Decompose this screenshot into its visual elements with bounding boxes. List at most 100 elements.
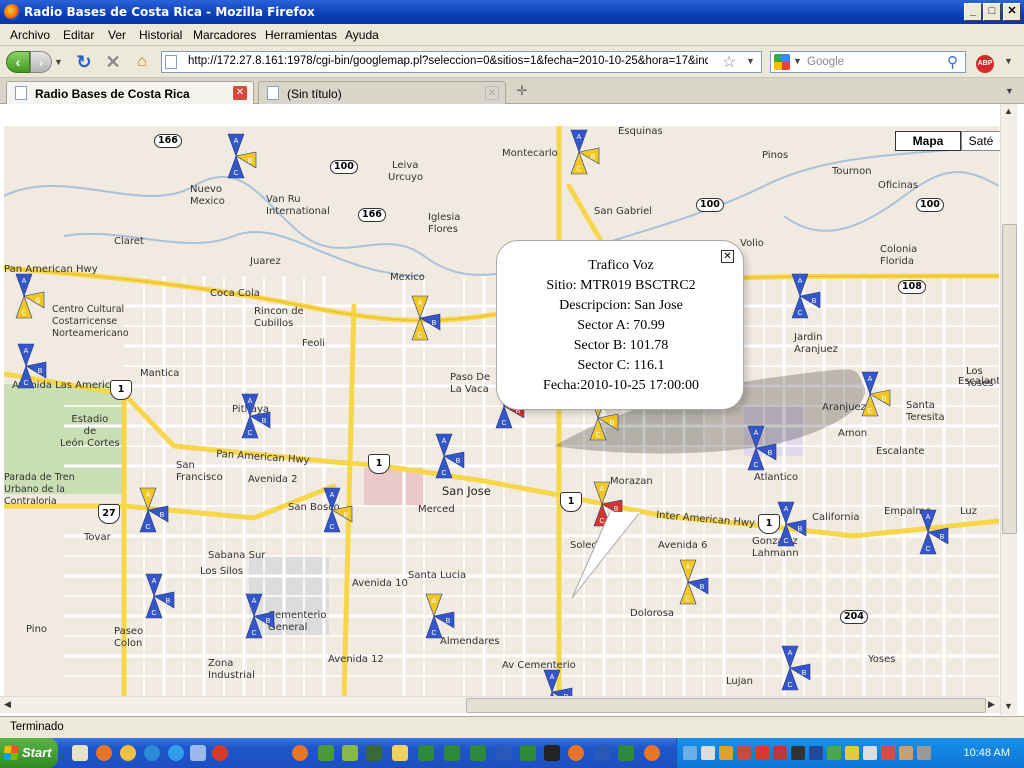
scroll-left-icon[interactable]: ◀ <box>4 699 11 710</box>
tab-sin-titulo[interactable]: (Sin título) ✕ <box>258 81 506 104</box>
menu-ver[interactable]: Ver <box>108 28 126 42</box>
tab-close-icon[interactable]: ✕ <box>485 86 499 100</box>
url-text[interactable]: http://172.27.8.161:1978/cgi-bin/googlem… <box>188 55 708 67</box>
menu-marcadores[interactable]: Marcadores <box>193 28 256 42</box>
minimize-button[interactable]: _ <box>964 3 982 21</box>
show-desktop-icon[interactable] <box>72 745 88 761</box>
search-box[interactable]: ▼ Google ⚲ <box>770 51 966 73</box>
adblock-plus-icon[interactable]: ABP <box>976 55 994 73</box>
radio-base-site-marker[interactable]: ABC <box>768 644 812 692</box>
list-all-tabs-icon[interactable]: ▼ <box>1005 86 1014 96</box>
radio-base-site-marker[interactable]: ABC <box>557 128 601 176</box>
radio-base-site-marker[interactable]: ABC <box>530 668 574 699</box>
scroll-thumb[interactable] <box>1002 224 1017 534</box>
radio-base-site-marker[interactable]: ABC <box>848 370 892 418</box>
radio-base-site-marker[interactable]: ABC <box>132 572 176 620</box>
tray-icon[interactable] <box>701 746 715 760</box>
search-engine-dropdown-icon[interactable]: ▼ <box>793 56 802 66</box>
radio-base-site-marker[interactable]: ABC <box>4 342 48 390</box>
radio-base-site-marker[interactable]: ABC <box>666 558 710 606</box>
excel-icon[interactable] <box>618 745 634 761</box>
media-player-icon[interactable] <box>144 745 160 761</box>
radio-base-site-marker[interactable]: ABC <box>398 294 442 342</box>
scroll-up-icon[interactable]: ▲ <box>1004 106 1013 116</box>
radio-base-site-marker[interactable]: ABC <box>228 392 272 440</box>
home-icon[interactable]: ⌂ <box>130 51 154 73</box>
excel-icon[interactable] <box>418 745 434 761</box>
menu-editar[interactable]: Editar <box>63 28 94 42</box>
close-button[interactable]: ✕ <box>1003 3 1021 21</box>
search-icon[interactable]: ⚲ <box>947 53 958 71</box>
horizontal-scrollbar[interactable]: ◀ ▶ <box>0 696 1000 713</box>
start-button[interactable]: Start <box>0 738 58 768</box>
ie-icon[interactable] <box>168 745 184 761</box>
radio-base-site-marker[interactable]: ABC <box>232 592 276 640</box>
excel-icon[interactable] <box>520 745 536 761</box>
vertical-scrollbar[interactable]: ▲ ▼ <box>1000 104 1017 715</box>
radio-base-site-marker[interactable]: ABC <box>778 272 822 320</box>
radio-base-site-marker[interactable]: ABC <box>412 592 456 640</box>
tray-icon[interactable] <box>845 746 859 760</box>
firefox-task-icon[interactable] <box>568 745 584 761</box>
url-bar[interactable]: http://172.27.8.161:1978/cgi-bin/googlem… <box>161 51 762 73</box>
url-dropdown-icon[interactable]: ▼ <box>746 56 755 66</box>
map-view[interactable]: Montecarlo Esquinas Pinos Tournon Oficin… <box>4 126 999 699</box>
terminal-icon[interactable] <box>544 745 560 761</box>
menu-historial[interactable]: Historial <box>139 28 182 42</box>
radio-base-site-marker[interactable]: ABC <box>310 486 354 534</box>
tray-icon[interactable] <box>899 746 913 760</box>
bookmark-star-icon[interactable]: ☆ <box>722 52 736 72</box>
tray-icon[interactable] <box>827 746 841 760</box>
task-icon[interactable] <box>366 745 382 761</box>
firefox-task-icon[interactable] <box>644 745 660 761</box>
radio-base-site-marker[interactable]: ABC <box>4 272 46 320</box>
tray-icon[interactable] <box>683 746 697 760</box>
tray-icon[interactable] <box>881 746 895 760</box>
tray-icon[interactable] <box>737 746 751 760</box>
tray-icon[interactable] <box>791 746 805 760</box>
radio-base-site-marker[interactable]: ABC <box>422 432 466 480</box>
excel-icon[interactable] <box>470 745 486 761</box>
search-input[interactable]: Google <box>807 56 844 68</box>
outlook-icon[interactable] <box>190 745 206 761</box>
word-icon[interactable] <box>496 745 512 761</box>
firefox-task-icon[interactable] <box>292 745 308 761</box>
tray-icon[interactable] <box>719 746 733 760</box>
excel-icon[interactable] <box>444 745 460 761</box>
menu-archivo[interactable]: Archivo <box>10 28 50 42</box>
forward-button[interactable]: › <box>30 51 52 73</box>
toolbar-dropdown-icon[interactable]: ▼ <box>1004 56 1013 66</box>
scroll-thumb[interactable] <box>466 698 986 713</box>
radio-base-site-marker[interactable]: ABC <box>214 132 258 180</box>
language-icon[interactable] <box>809 746 823 760</box>
radio-base-site-marker[interactable]: ABC <box>906 508 950 556</box>
tab-radio-bases[interactable]: Radio Bases de Costa Rica ✕ <box>6 81 254 104</box>
tray-icon[interactable] <box>755 746 769 760</box>
tray-icon[interactable] <box>917 746 931 760</box>
tray-icon[interactable] <box>773 746 787 760</box>
menu-ayuda[interactable]: Ayuda <box>345 28 379 42</box>
task-icon[interactable] <box>318 745 334 761</box>
map-type-map-button[interactable]: Mapa <box>895 131 961 151</box>
new-tab-icon[interactable]: ✛ <box>512 82 532 100</box>
radio-base-site-marker[interactable]: ABC <box>764 500 808 548</box>
app-icon[interactable] <box>212 745 228 761</box>
stop-icon[interactable]: ✕ <box>101 51 125 73</box>
menu-herramientas[interactable]: Herramientas <box>265 28 337 42</box>
firefox-quicklaunch-icon[interactable] <box>96 745 112 761</box>
folder-icon[interactable] <box>392 745 408 761</box>
google-icon[interactable] <box>774 54 790 70</box>
history-dropdown-icon[interactable]: ▼ <box>54 51 64 73</box>
clock-icon[interactable] <box>120 745 136 761</box>
scroll-down-icon[interactable]: ▼ <box>1004 701 1013 711</box>
maximize-button[interactable]: □ <box>983 3 1001 21</box>
radio-base-site-marker[interactable]: ABC <box>734 424 778 472</box>
reload-icon[interactable]: ↻ <box>72 51 96 73</box>
tab-close-icon[interactable]: ✕ <box>233 86 247 100</box>
back-button[interactable]: ‹ <box>6 51 30 73</box>
task-icon[interactable] <box>342 745 358 761</box>
map-type-satellite-button[interactable]: Saté <box>961 131 1001 151</box>
radio-base-site-marker[interactable]: ABC <box>126 486 170 534</box>
word-icon[interactable] <box>594 745 610 761</box>
tray-icon[interactable] <box>863 746 877 760</box>
